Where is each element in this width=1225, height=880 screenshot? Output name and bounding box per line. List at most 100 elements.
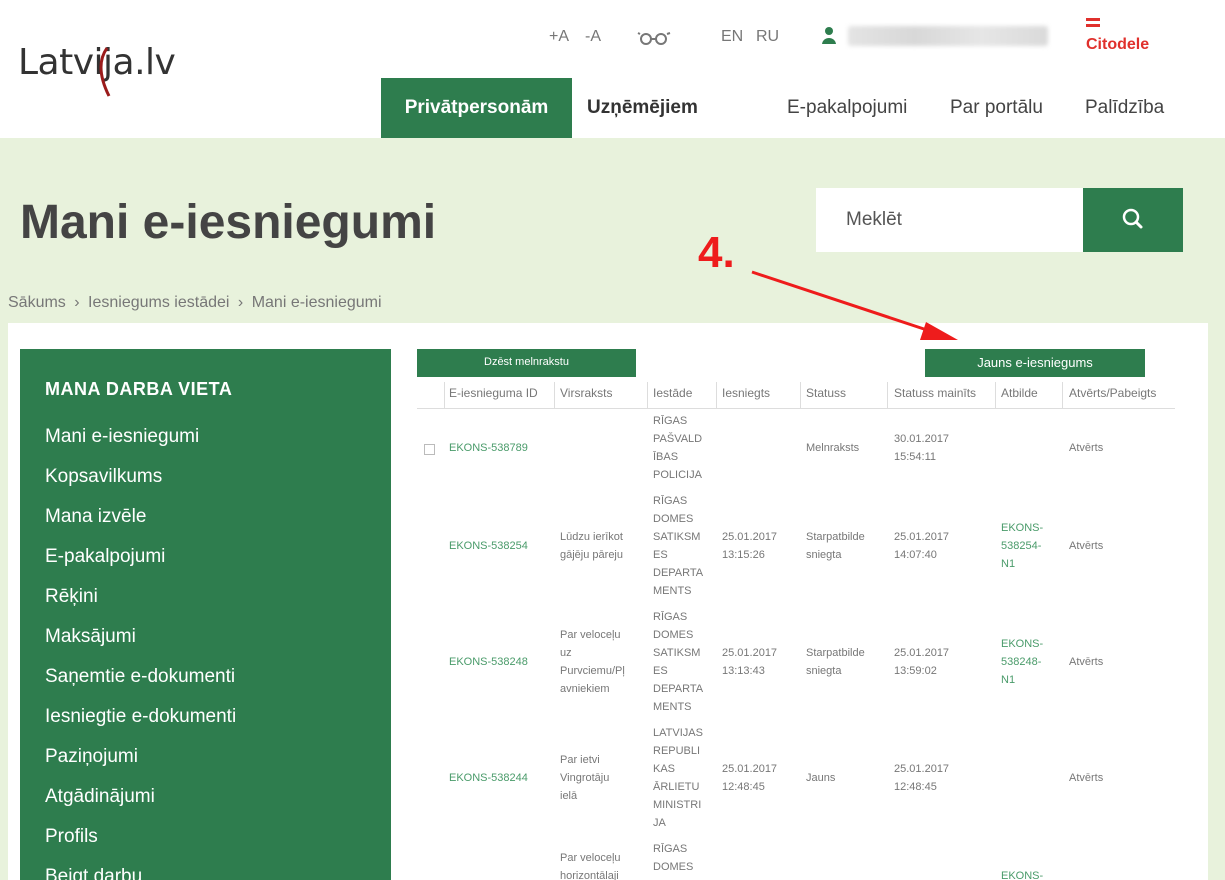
lang-en-link[interactable]: EN [721, 28, 743, 46]
text-line: SATIKSM [653, 531, 701, 543]
text-line: PAŠVALD [653, 433, 703, 445]
new-application-button[interactable]: Jauns e-iesniegums [925, 349, 1145, 377]
text-line: DEPARTA [653, 567, 704, 579]
search-button[interactable] [1083, 188, 1183, 252]
application-id-link[interactable]: EKONS-538254 [449, 537, 528, 555]
tab-private-persons[interactable]: Privātpersonām [381, 78, 572, 151]
text-line: MENTS [653, 585, 692, 597]
text-line: N1 [1001, 558, 1016, 570]
sidebar-item-payments[interactable]: Maksājumi [45, 626, 136, 648]
text-line: POLICIJA [653, 469, 702, 481]
text-line: ĪBAS [653, 451, 679, 463]
sidebar-item-profile[interactable]: Profils [45, 826, 98, 848]
application-id-link[interactable]: EKONS-538248 [449, 653, 528, 671]
sidebar-item-invoices[interactable]: Rēķini [45, 586, 98, 608]
sidebar-title: MANA DARBA VIETA [45, 379, 233, 399]
breadcrumb-home[interactable]: Sākums [8, 294, 66, 311]
text-line: RĪGAS [653, 495, 688, 507]
text-line: gājēju pāreju [560, 549, 623, 561]
bank-logo[interactable]: Citodele [1082, 14, 1172, 58]
column-header-submitted[interactable]: Iesniegts [722, 386, 770, 400]
user-icon[interactable] [822, 26, 836, 44]
open-state-cell: Atvērts [1069, 772, 1104, 784]
text-line: SATIKSM [653, 647, 701, 659]
search-input[interactable] [816, 188, 1084, 252]
column-header-status-changed[interactable]: Statuss mainīts [894, 386, 976, 400]
site-header: Latvija.lv +A -A EN RU Citodele Privātpe… [0, 0, 1225, 151]
sidebar-item-summary[interactable]: Kopsavilkums [45, 466, 162, 488]
application-id-link[interactable]: EKONS-538789 [449, 439, 528, 457]
status-cell: Jauns [806, 772, 836, 784]
bank-mark-bar [1086, 24, 1100, 27]
text-line: N1 [1001, 674, 1016, 686]
institution-cell: RĪGAS DOMES [653, 840, 693, 876]
column-header-id[interactable]: E-iesnieguma ID [449, 386, 538, 400]
font-decrease-button[interactable]: -A [585, 28, 601, 46]
nav-about[interactable]: Par portālu [950, 78, 1043, 138]
text-line: ES [653, 665, 668, 677]
status-changed-cell: 25.01.2017 14:07:40 [894, 528, 949, 564]
text-line: 15:54:11 [894, 451, 937, 463]
header-divider [417, 408, 1175, 409]
text-line: 13:15:26 [722, 549, 765, 561]
text-line: 25.01.2017 [722, 647, 778, 659]
sidebar-item-my-applications[interactable]: Mani e-iesniegumi [45, 426, 199, 448]
title-cell: Par ietvi Vingrotāju ielā [560, 751, 609, 805]
submitted-cell: 25.01.2017 12:48:45 [722, 760, 777, 796]
text-line: Starpatbilde [806, 531, 865, 543]
text-line: sniegta [806, 549, 842, 561]
text-line: 538254- [1001, 540, 1042, 552]
text-line: Vingrotāju [560, 772, 610, 784]
row-checkbox[interactable] [424, 444, 435, 455]
sidebar-item-received-documents[interactable]: Saņemtie e-dokumenti [45, 666, 235, 688]
delete-draft-button[interactable]: Dzēst melnrakstu [417, 349, 636, 377]
text-line: ES [653, 549, 668, 561]
open-state-cell: Atvērts [1069, 540, 1104, 552]
sidebar-item-logout[interactable]: Beigt darbu [45, 866, 142, 880]
sidebar-item-my-choice[interactable]: Mana izvēle [45, 506, 146, 528]
sidebar-item-submitted-documents[interactable]: Iesniegtie e-dokumenti [45, 706, 236, 728]
text-line: sniegta [806, 665, 842, 677]
text-line: DEPARTA [653, 683, 704, 695]
breadcrumb-application[interactable]: Iesniegums iestādei [88, 294, 229, 311]
tab-business[interactable]: Uzņēmējiem [587, 78, 698, 138]
title-cell: Par veloceļu uz Purvciemu/Pļ avniekiem [560, 626, 625, 698]
text-line: 13:59:02 [894, 665, 937, 677]
column-divider [647, 382, 648, 408]
user-name-redacted[interactable] [848, 26, 1048, 46]
glasses-icon[interactable] [637, 30, 673, 46]
nav-help[interactable]: Palīdzība [1085, 78, 1164, 138]
text-line: 12:48:45 [894, 781, 937, 793]
lang-ru-link[interactable]: RU [756, 28, 779, 46]
font-increase-button[interactable]: +A [549, 28, 569, 46]
column-header-open-closed[interactable]: Atvērts/Pabeigts [1069, 386, 1156, 400]
text-line: 25.01.2017 [894, 531, 950, 543]
column-divider [554, 382, 555, 408]
text-line: 25.01.2017 [722, 531, 778, 543]
sidebar-item-eservices[interactable]: E-pakalpojumi [45, 546, 165, 568]
breadcrumb-current: Mani e-iesniegumi [251, 294, 382, 311]
text-line: 30.01.2017 [894, 433, 950, 445]
submitted-cell: 25.01.2017 13:15:26 [722, 528, 777, 564]
title-cell: Par veloceļu horizontālaji [560, 849, 621, 880]
answer-link[interactable]: EKONS- 538248- N1 [1001, 635, 1043, 689]
column-header-title[interactable]: Virsraksts [560, 386, 612, 400]
answer-link[interactable]: EKONS- [1001, 867, 1043, 880]
text-line: DOMES [653, 629, 694, 641]
column-divider [444, 382, 445, 408]
text-line: DOMES [653, 861, 694, 873]
institution-cell: LATVIJAS REPUBLI KAS ĀRLIETU MINISTRI JA [653, 724, 703, 832]
institution-cell: RĪGAS DOMES SATIKSM ES DEPARTA MENTS [653, 492, 703, 600]
nav-eservices[interactable]: E-pakalpojumi [787, 78, 907, 138]
application-id-link[interactable]: EKONS-538244 [449, 769, 528, 787]
text-line: 25.01.2017 [894, 763, 950, 775]
column-header-institution[interactable]: Iestāde [653, 386, 692, 400]
title-cell: Lūdzu ierīkot gājēju pāreju [560, 528, 623, 564]
sidebar-item-notifications[interactable]: Paziņojumi [45, 746, 138, 768]
column-header-answer[interactable]: Atbilde [1001, 386, 1038, 400]
text-line: avniekiem [560, 683, 610, 695]
answer-link[interactable]: EKONS- 538254- N1 [1001, 519, 1043, 573]
column-header-status[interactable]: Statuss [806, 386, 846, 400]
sidebar-item-reminders[interactable]: Atgādinājumi [45, 786, 155, 808]
column-divider [800, 382, 801, 408]
